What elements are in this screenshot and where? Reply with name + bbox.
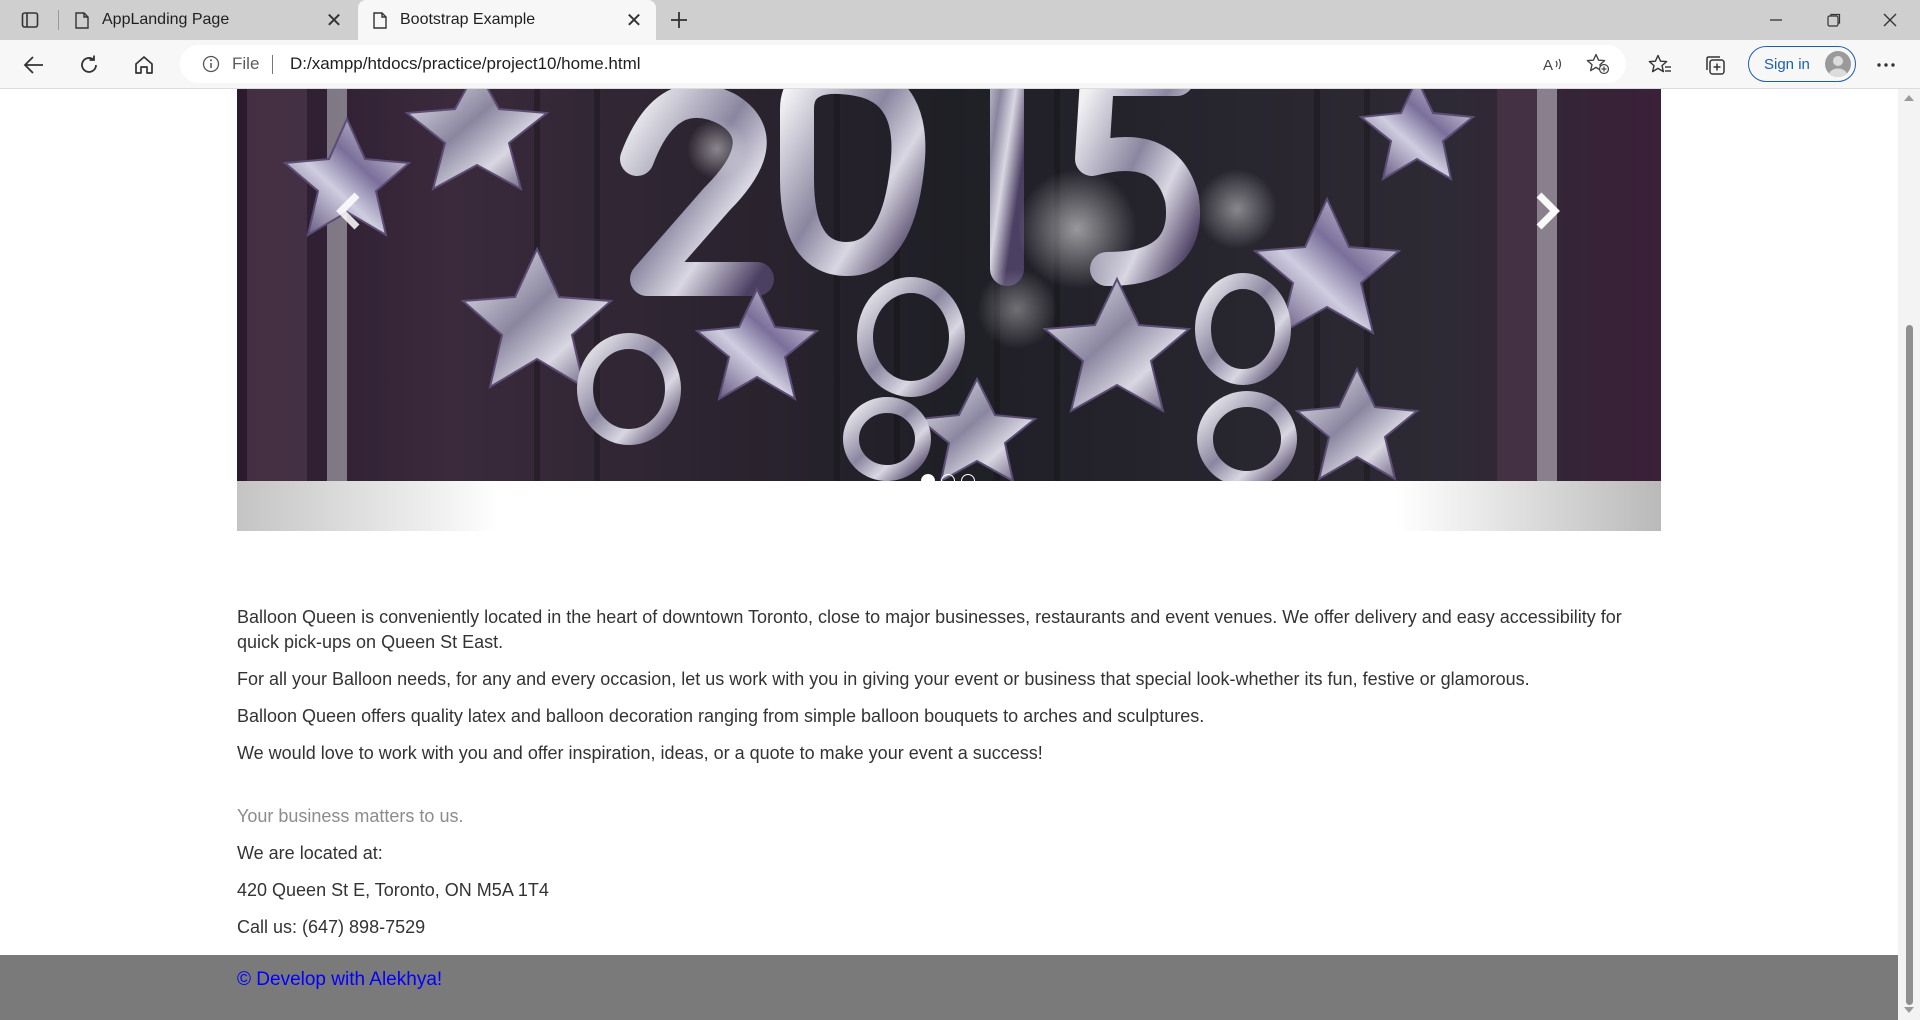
svg-text:A: A [1543,57,1553,73]
balloon-needs-paragraph: For all your Balloon needs, for any and … [237,669,1530,689]
info-icon[interactable] [202,55,220,73]
offerings-paragraph: Balloon Queen offers quality latex and b… [237,706,1205,726]
new-tab-icon[interactable] [664,6,694,34]
page-footer: © Develop with Alekhya! [0,955,1898,1020]
located-label: We are located at: [237,843,383,863]
scheme-label: File [232,54,260,73]
scroll-up-arrow-icon[interactable] [1904,95,1914,101]
sign-in-label: Sign in [1764,55,1810,73]
favorites-icon[interactable] [1642,48,1678,82]
page-icon [74,11,90,29]
collections-icon[interactable] [1697,48,1733,82]
sign-in-button[interactable]: Sign in [1748,46,1856,82]
browser-tab-bar: AppLanding Page ✕ Bootstrap Example ✕ [0,0,1920,40]
add-favorite-icon[interactable] [1586,53,1610,75]
address-bar[interactable]: File D:/xampp/htdocs/practice/project10/… [180,45,1626,83]
page-viewport: Balloon Queen is conveniently located in… [0,89,1898,1020]
tab-separator [58,10,59,30]
tab-applanding[interactable]: AppLanding Page ✕ [60,0,356,40]
read-aloud-icon[interactable]: A [1541,53,1565,75]
tab-title: AppLanding Page [102,11,230,28]
refresh-icon[interactable] [71,48,107,82]
carousel-next-chevron-icon[interactable] [1527,181,1567,241]
minimize-icon[interactable] [1748,0,1804,40]
carousel-prev-chevron-icon[interactable] [329,181,369,241]
tab-title: Bootstrap Example [400,11,536,28]
tab-bootstrap-example[interactable]: Bootstrap Example ✕ [358,0,656,40]
close-icon[interactable]: ✕ [320,6,348,34]
more-options-icon[interactable] [1868,48,1904,82]
close-window-icon[interactable] [1862,0,1918,40]
scrollbar-thumb[interactable] [1906,325,1913,1005]
footer-copyright-link[interactable]: © Develop with Alekhya! [237,969,442,991]
phone-text: Call us: (647) 898-7529 [237,917,426,937]
browser-toolbar: File D:/xampp/htdocs/practice/project10/… [0,40,1920,89]
tab-actions-icon[interactable] [14,8,46,32]
restore-icon[interactable] [1806,0,1862,40]
image-carousel [237,89,1661,531]
intro-paragraph: Balloon Queen is conveniently located in… [237,607,1622,652]
url-text[interactable]: D:/xampp/htdocs/practice/project10/home.… [290,54,641,74]
main-content: Balloon Queen is conveniently located in… [237,605,1661,952]
carousel-caption-area [237,481,1661,531]
inspiration-paragraph: We would love to work with you and offer… [237,743,1043,763]
page-scrollbar[interactable] [1898,89,1920,1020]
page-icon [372,11,388,29]
home-icon[interactable] [126,48,162,82]
back-arrow-icon[interactable] [16,48,52,82]
address-text: 420 Queen St E, Toronto, ON M5A 1T4 [237,880,549,900]
tagline: Your business matters to us. [237,806,464,826]
avatar-icon [1825,51,1851,77]
address-divider [272,55,273,74]
close-icon[interactable]: ✕ [620,6,648,34]
scroll-down-arrow-icon[interactable] [1904,1007,1914,1013]
carousel-slide-image [237,89,1661,481]
